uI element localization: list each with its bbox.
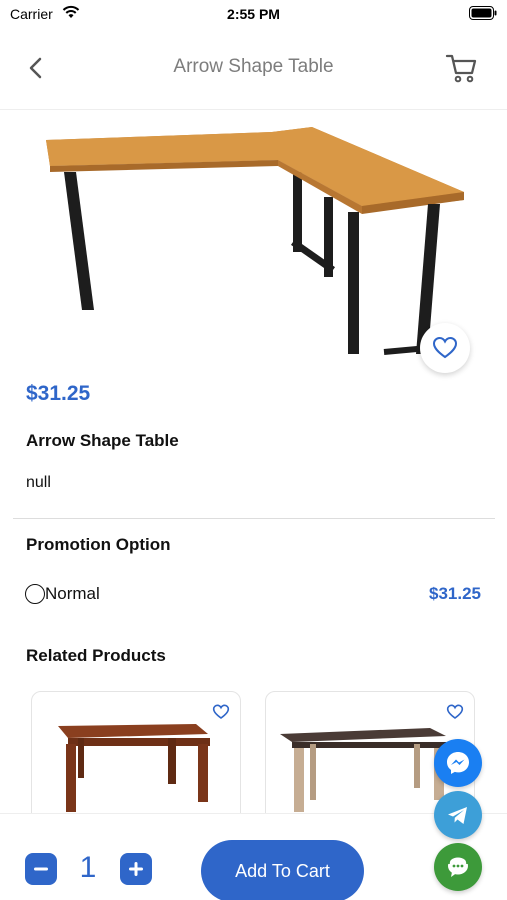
add-to-cart-button[interactable]: Add To Cart: [201, 840, 364, 900]
cart-bar: 1 Add To Cart: [0, 813, 507, 900]
minus-icon: [34, 867, 48, 871]
heart-outline-icon: [432, 336, 458, 359]
decrease-quantity-button[interactable]: [25, 853, 57, 885]
wishlist-button[interactable]: [420, 323, 470, 373]
section-divider: [13, 518, 495, 519]
status-bar: Carrier 2:55 PM: [0, 0, 507, 30]
battery-icon: [469, 6, 497, 25]
nav-bar: Arrow Shape Table: [0, 40, 507, 96]
promotion-option-price: $31.25: [429, 584, 481, 603]
promotion-title: Promotion Option: [26, 535, 171, 554]
radio-button[interactable]: [25, 584, 45, 604]
related-product-image: [280, 704, 450, 819]
cart-button[interactable]: [445, 52, 479, 84]
related-products-title: Related Products: [26, 646, 166, 665]
promotion-option-normal[interactable]: Normal $31.25: [25, 583, 481, 605]
telegram-icon: [448, 807, 467, 824]
product-price: $31.25: [26, 382, 91, 405]
product-image: [40, 112, 470, 357]
heart-outline-icon[interactable]: [212, 704, 230, 725]
product-name: Arrow Shape Table: [26, 431, 179, 450]
messenger-button[interactable]: [434, 739, 482, 787]
promotion-option-label: Normal: [45, 584, 100, 603]
related-product-image: [46, 704, 216, 819]
nav-divider: [0, 109, 507, 110]
product-description: null: [26, 474, 51, 491]
cart-icon: [445, 54, 477, 83]
support-chat-button[interactable]: [434, 843, 482, 891]
plus-icon: [129, 862, 143, 876]
messenger-icon: [447, 752, 469, 774]
page-title: Arrow Shape Table: [173, 56, 334, 77]
increase-quantity-button[interactable]: [120, 853, 152, 885]
telegram-button[interactable]: [434, 791, 482, 839]
quantity-value: 1: [79, 851, 97, 884]
support-chat-icon: [448, 854, 468, 877]
status-time: 2:55 PM: [227, 6, 280, 22]
heart-outline-icon[interactable]: [446, 704, 464, 725]
